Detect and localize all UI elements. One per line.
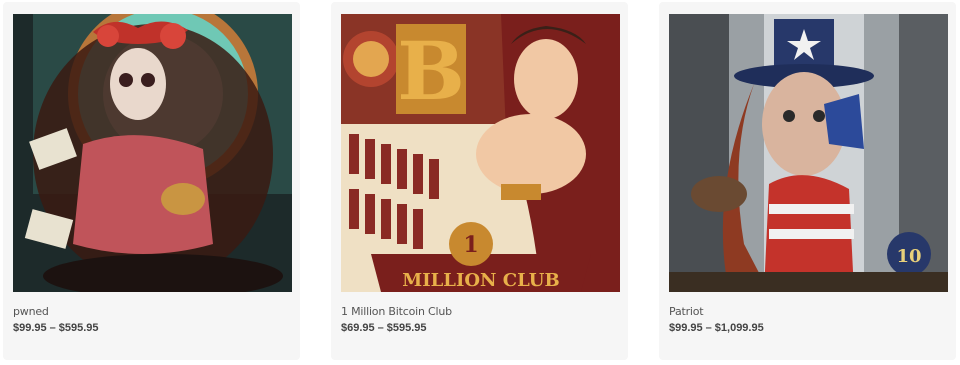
price-max: $1,099.95 xyxy=(714,322,764,334)
product-price: $69.95– $595.95 xyxy=(341,322,427,334)
price-separator: – xyxy=(49,322,56,334)
product-title[interactable]: Patriot xyxy=(669,305,704,318)
product-price: $99.95– $1,099.95 xyxy=(669,322,764,334)
sugar-skull-woman-artwork xyxy=(13,14,292,292)
product-image-bitcoin-club[interactable]: B 1 MILLION CLUB xyxy=(341,14,620,292)
svg-text:10: 10 xyxy=(896,246,921,267)
product-image-pwned[interactable] xyxy=(13,14,292,292)
product-card-pwned[interactable]: pwned $99.95– $595.95 xyxy=(3,2,300,360)
artwork-caption: MILLION CLUB xyxy=(402,270,559,291)
product-image-patriot[interactable]: 10 xyxy=(669,14,948,292)
svg-text:1: 1 xyxy=(463,232,478,258)
product-card-patriot[interactable]: 10 Patriot $99.95– $1,099.95 xyxy=(659,2,956,360)
product-card-bitcoin-club[interactable]: B 1 MILLION CLUB 1 Million Bitcoin Club … xyxy=(331,2,628,360)
product-title[interactable]: 1 Million Bitcoin Club xyxy=(341,305,452,318)
price-min: $99.95 xyxy=(669,322,703,334)
bitcoin-pinup-artwork: B 1 MILLION CLUB xyxy=(341,14,620,292)
price-max: $595.95 xyxy=(386,322,427,334)
price-separator: – xyxy=(377,322,384,334)
price-max: $595.95 xyxy=(58,322,99,334)
uncle-sam-woman-artwork: 10 xyxy=(669,14,948,292)
product-title[interactable]: pwned xyxy=(13,305,49,318)
price-separator: – xyxy=(705,322,712,334)
product-price: $99.95– $595.95 xyxy=(13,322,99,334)
product-grid: pwned $99.95– $595.95 B 1 MILLION CLUB 1… xyxy=(0,0,960,365)
price-min: $69.95 xyxy=(341,322,375,334)
svg-text:B: B xyxy=(397,24,465,118)
price-min: $99.95 xyxy=(13,322,47,334)
